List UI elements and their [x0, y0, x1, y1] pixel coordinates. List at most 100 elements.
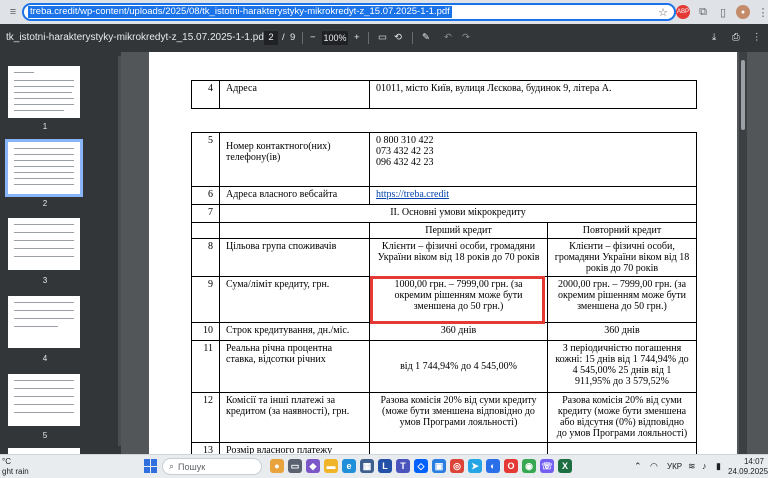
viewer-scrollbar-thumb[interactable]	[741, 60, 745, 130]
more-options-icon[interactable]: ⋮	[752, 32, 762, 43]
extension-badge-icon[interactable]: ABP	[676, 5, 690, 19]
phone-list: 0 800 310 422 073 432 42 23 096 432 42 2…	[369, 132, 697, 187]
thumbnail-label: 2	[42, 199, 48, 208]
row-number: 10	[191, 322, 220, 341]
zoom-out-icon[interactable]: −	[310, 32, 316, 43]
opera-app-icon[interactable]: O	[504, 459, 518, 473]
redo-icon[interactable]: ↷	[462, 32, 470, 43]
pdf-toolbar: tk_istotni-harakterystyky-mikrokredyt-z_…	[0, 24, 768, 52]
bookmark-star-icon[interactable]: ☆	[656, 5, 670, 19]
thumbnail-page-5[interactable]	[8, 374, 80, 426]
windows-taskbar: °C ght rain ⌕ Пошук ● ▭ ◆ ▬ e ▦ L T ◇ ▣ …	[0, 454, 768, 478]
language-indicator[interactable]: УКР	[667, 462, 682, 471]
total-pages: 9	[290, 32, 296, 43]
battery-icon[interactable]: ▮	[716, 461, 721, 472]
fit-page-icon[interactable]: ▭	[378, 32, 387, 43]
row-number: 11	[191, 340, 220, 393]
cell-first: Клієнти – фізичні особи, громадяни Украї…	[369, 238, 548, 277]
table-row: 11 Реальна річна процентна ставка, відсо…	[191, 340, 697, 393]
cell-first: 360 днів	[369, 322, 548, 341]
wifi-icon[interactable]: ≋	[688, 461, 696, 472]
excel-app-icon[interactable]: X	[558, 459, 572, 473]
sidepanel-icon[interactable]: ▯	[716, 5, 730, 19]
section-heading: II. Основні умови мікрокредиту	[219, 204, 697, 223]
teams-app-icon[interactable]: T	[396, 459, 410, 473]
app-icon[interactable]: ▣	[432, 459, 446, 473]
green-app-icon[interactable]: ◉	[522, 459, 536, 473]
print-icon[interactable]: ⎙	[732, 32, 740, 43]
row-label: Цільова група споживачів	[219, 238, 370, 277]
undo-icon[interactable]: ↶	[444, 32, 452, 43]
highlight-annotation	[370, 276, 545, 324]
l-app-icon[interactable]: L	[378, 459, 392, 473]
task-view-icon[interactable]: ▭	[288, 459, 302, 473]
table-row: 5 Номер контактного(них) телефону(ів) 0 …	[191, 132, 697, 187]
table-row: 6 Адреса власного вебсайта https://treba…	[191, 186, 697, 205]
url-text[interactable]: treba.credit/wp-content/uploads/2025/08/…	[28, 6, 452, 18]
website-link[interactable]: https://treba.credit	[376, 189, 449, 200]
page-number-input[interactable]: 2	[264, 31, 278, 45]
search-icon: ⌕	[169, 461, 175, 471]
row-number: 12	[191, 392, 220, 443]
table-row: 8 Цільова група споживачів Клієнти – фіз…	[191, 238, 697, 277]
widgets-app-icon[interactable]: ●	[270, 459, 284, 473]
table-row: 13 Розмір власного платежу	[191, 442, 697, 454]
store-app-icon[interactable]: ▦	[360, 459, 374, 473]
chrome-app-icon[interactable]: ◎	[450, 459, 464, 473]
cell-repeat: 2000,00 грн. – 7999,00 грн. (за окремим …	[547, 276, 697, 323]
table-header-row: Перший кредит Повторний кредит	[191, 222, 697, 239]
edge-app-icon[interactable]: e	[342, 459, 356, 473]
draw-icon[interactable]: ✎	[422, 32, 430, 43]
explorer-app-icon[interactable]: ▬	[324, 459, 338, 473]
table-row: 4 Адреса 01011, місто Київ, вулиця Лєско…	[191, 80, 697, 109]
extensions-icon[interactable]: ⧉	[696, 5, 710, 19]
rotate-icon[interactable]: ⟲	[394, 32, 402, 43]
column-header-first: Перший кредит	[369, 222, 548, 239]
taskbar-search[interactable]: ⌕ Пошук	[162, 458, 262, 475]
volume-icon[interactable]: ♪	[702, 461, 707, 471]
clock[interactable]: 14:07 24.09.2025	[728, 457, 768, 477]
address-bar[interactable]: treba.credit/wp-content/uploads/2025/08/…	[22, 3, 676, 21]
row-label: Сума/ліміт кредиту, грн.	[219, 276, 370, 323]
thumbnail-label: 5	[42, 431, 48, 440]
menu-dots-icon[interactable]: ⋮	[756, 5, 768, 19]
dropbox-app-icon[interactable]: ◇	[414, 459, 428, 473]
thumbnail-page-1[interactable]	[8, 66, 80, 118]
download-icon[interactable]: ⤓	[712, 32, 716, 43]
row-number: 9	[191, 276, 220, 323]
table-row: 12 Комісії та інші платежі за кредитом (…	[191, 392, 697, 443]
cell-first: від 1 744,94% до 4 545,00%	[369, 340, 548, 393]
row-label: Реальна річна процентна ставка, відсотки…	[219, 340, 370, 393]
zoom-in-icon[interactable]: +	[354, 32, 360, 43]
cell-repeat: Клієнти – фізичні особи, громадяни Украї…	[547, 238, 697, 277]
thumbnail-page-2[interactable]	[5, 139, 83, 197]
row-label: Адреса власного вебсайта	[219, 186, 370, 205]
start-button[interactable]	[144, 459, 158, 473]
copilot-app-icon[interactable]: ◆	[306, 459, 320, 473]
phone-number: 0 800 310 422	[376, 135, 434, 146]
toolbar-divider	[412, 32, 413, 44]
document-title: tk_istotni-harakterystyky-mikrokredyt-z_…	[6, 32, 267, 43]
phone-number: 096 432 42 23	[376, 157, 434, 168]
browser-actions: ☆ ABP ⧉ ▯ ● ⋮	[656, 5, 768, 19]
table-row: 10 Строк кредитування, дн./міс. 360 днів…	[191, 322, 697, 341]
network-icon[interactable]: ◠	[650, 461, 658, 472]
zoom-input[interactable]: 100%	[322, 31, 348, 45]
row-label: Номер контактного(них) телефону(ів)	[219, 132, 370, 187]
viber-app-icon[interactable]: ☏	[540, 459, 554, 473]
browser-toolbar: ≡ treba.credit/wp-content/uploads/2025/0…	[0, 0, 768, 24]
row-number: 7	[191, 204, 220, 223]
search-placeholder: Пошук	[178, 461, 206, 472]
pdf-viewer[interactable]: 4 Адреса 01011, місто Київ, вулиця Лєско…	[121, 52, 768, 454]
avatar[interactable]: ●	[736, 5, 750, 19]
blue-app-icon[interactable]: ◐	[486, 459, 500, 473]
table-row: 7 II. Основні умови мікрокредиту	[191, 204, 697, 223]
site-info-icon[interactable]: ≡	[6, 5, 20, 19]
telegram-app-icon[interactable]: ➤	[468, 459, 482, 473]
chevron-up-icon[interactable]: ⌃	[634, 461, 642, 472]
thumbnail-page-4[interactable]	[8, 296, 80, 348]
weather-widget[interactable]: °C ght rain	[2, 457, 29, 477]
thumbnail-page-3[interactable]	[8, 218, 80, 270]
column-header-repeat: Повторний кредит	[547, 222, 697, 239]
thumbnail-label: 1	[42, 122, 48, 131]
